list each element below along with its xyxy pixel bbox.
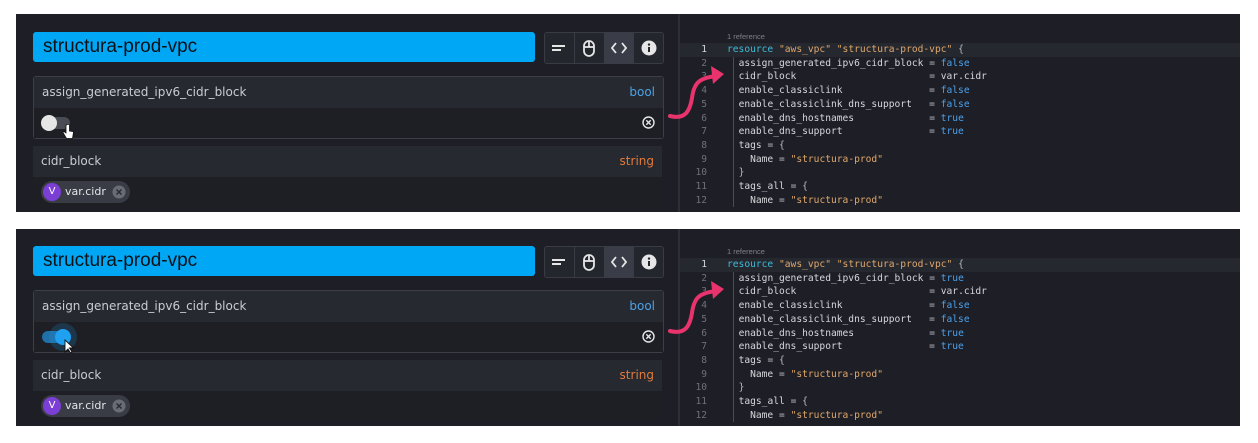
- attribute-name: assign_generated_ipv6_cidr_block: [42, 299, 247, 313]
- variable-badge: V: [43, 183, 61, 201]
- code-line: 5 enable_classiclink_dns_support = false: [680, 313, 1240, 327]
- code-line: 5 enable_classiclink_dns_support = false: [680, 98, 1240, 112]
- attribute-name: assign_generated_ipv6_cidr_block: [42, 85, 247, 99]
- line-number: 9: [701, 368, 707, 380]
- view-toolbar: [544, 32, 664, 64]
- clear-icon[interactable]: [642, 116, 655, 129]
- attribute-type: string: [619, 368, 654, 382]
- attribute-ipv6-block: assign_generated_ipv6_cidr_block bool: [33, 290, 664, 354]
- code-viewer: 1 reference 1 resource "aws_vpc" "structur…: [680, 229, 1240, 426]
- arrow-annotation: [668, 281, 724, 334]
- attribute-type: bool: [629, 85, 655, 99]
- code-line: 9 Name = "structura-prod": [680, 368, 1240, 382]
- resource-editor: structura-prod-vpc assign_generated_ipv6…: [16, 229, 678, 426]
- line-number: 11: [695, 181, 707, 192]
- code-line: 7 enable_dns_support = true: [680, 340, 1240, 354]
- info-icon[interactable]: [634, 247, 663, 277]
- variable-label: var.cidr: [65, 399, 106, 412]
- line-number: 8: [701, 354, 707, 366]
- attribute-cidr-block: cidr_block string V var.cidr: [33, 360, 662, 421]
- code-line: 4 enable_classiclink = false: [680, 84, 1240, 98]
- code-line: 1 resource "aws_vpc" "structura-prod-vpc"…: [680, 258, 1240, 272]
- line-number: 11: [695, 396, 707, 407]
- code-line: 12 Name = "structura-prod": [680, 194, 1240, 208]
- code-line: 2 assign_generated_ipv6_cidr_block = tru…: [680, 272, 1240, 286]
- code-line: 10 }: [680, 166, 1240, 180]
- variable-label: var.cidr: [65, 185, 106, 198]
- variable-chip[interactable]: V var.cidr: [41, 181, 130, 203]
- mouse-icon[interactable]: [575, 33, 605, 63]
- resource-editor: structura-prod-vpc assign_generated_ipv6…: [16, 14, 678, 212]
- attribute-type: string: [619, 154, 654, 168]
- code-block: 1 reference 1 resource "aws_vpc" "structur…: [680, 229, 1240, 426]
- code-line: 4 enable_classiclink = false: [680, 299, 1240, 313]
- code-line: 8 tags = {: [680, 139, 1240, 153]
- screenshot-panel-after: structura-prod-vpc assign_generated_ipv6…: [16, 229, 1240, 426]
- screenshot-panel-before: structura-prod-vpc assign_generated_ipv6…: [16, 14, 1240, 212]
- code-viewer: 1 reference 1 resource "aws_vpc" "structur…: [680, 14, 1240, 212]
- info-icon[interactable]: [634, 33, 663, 63]
- attribute-name: cidr_block: [41, 368, 102, 382]
- code-icon[interactable]: [604, 33, 635, 63]
- hand-cursor-icon: [62, 124, 74, 139]
- line-number: 10: [695, 382, 707, 394]
- code-line: 1 resource "aws_vpc" "structura-prod-vpc"…: [680, 43, 1240, 57]
- code-line: 10 }: [680, 381, 1240, 395]
- code-line: 3 cidr_block = var.cidr: [680, 285, 1240, 299]
- pointer-cursor-icon: [64, 339, 74, 354]
- align-left-icon[interactable]: [545, 247, 575, 277]
- code-line: 11 tags_all = {: [680, 395, 1240, 409]
- code-icon[interactable]: [604, 247, 635, 277]
- code-line: 12 Name = "structura-prod": [680, 409, 1240, 423]
- line-number: 8: [701, 139, 707, 151]
- code-block: 1 reference 1 resource "aws_vpc" "structur…: [680, 14, 1240, 212]
- code-line: 6 enable_dns_hostnames = true: [680, 112, 1240, 126]
- code-line: 7 enable_dns_support = true: [680, 125, 1240, 139]
- clear-icon[interactable]: [642, 330, 655, 343]
- resource-name-field[interactable]: structura-prod-vpc: [33, 246, 535, 276]
- reference-count[interactable]: 1 reference: [727, 32, 765, 41]
- code-line: 8 tags = {: [680, 354, 1240, 368]
- reference-count[interactable]: 1 reference: [727, 247, 765, 256]
- line-number: 10: [695, 167, 707, 179]
- align-left-icon[interactable]: [545, 33, 575, 63]
- attribute-cidr-block: cidr_block string V var.cidr: [33, 146, 662, 207]
- code-line: 9 Name = "structura-prod": [680, 153, 1240, 167]
- resource-name-field[interactable]: structura-prod-vpc: [33, 32, 535, 62]
- view-toolbar: [544, 246, 664, 278]
- code-line: 3 cidr_block = var.cidr: [680, 70, 1240, 84]
- variable-badge: V: [43, 397, 61, 415]
- line-number: 9: [701, 153, 707, 165]
- code-line: 2 assign_generated_ipv6_cidr_block = fal…: [680, 57, 1240, 71]
- code-line: 11 tags_all = {: [680, 180, 1240, 194]
- arrow-annotation: [668, 66, 724, 119]
- line-number: 12: [695, 194, 707, 206]
- attribute-name: cidr_block: [41, 154, 102, 168]
- remove-chip-icon[interactable]: [112, 185, 126, 199]
- mouse-icon[interactable]: [575, 247, 605, 277]
- variable-chip[interactable]: V var.cidr: [41, 395, 130, 417]
- attribute-type: bool: [629, 299, 655, 313]
- remove-chip-icon[interactable]: [112, 399, 126, 413]
- code-line: 6 enable_dns_hostnames = true: [680, 327, 1240, 341]
- line-number: 12: [695, 409, 707, 421]
- attribute-ipv6-block: assign_generated_ipv6_cidr_block bool: [33, 76, 664, 139]
